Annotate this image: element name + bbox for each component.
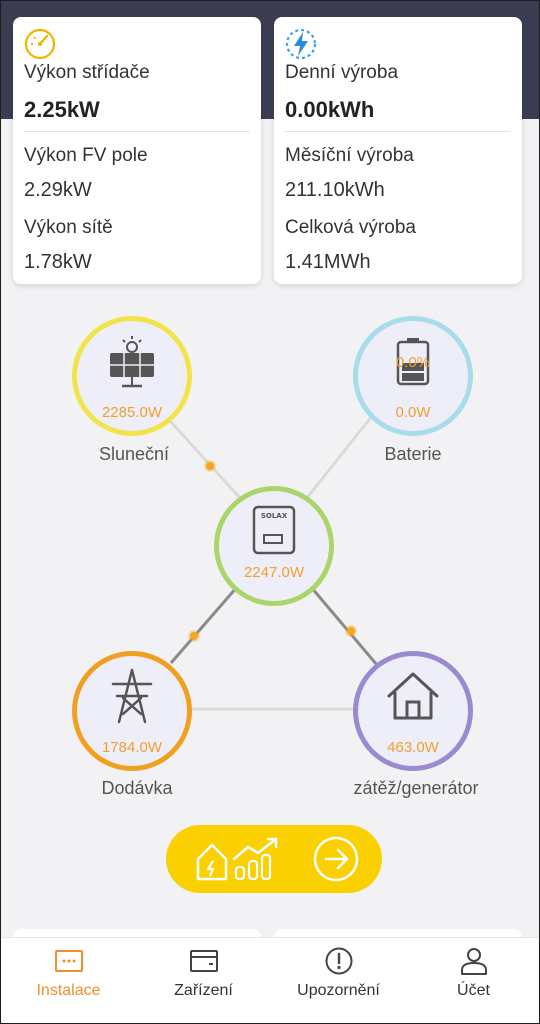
- solar-power: 2285.0W: [101, 404, 163, 421]
- inverter-load-line: [309, 586, 379, 666]
- grid-power: 1784.0W: [101, 739, 163, 756]
- inverter-brand: SOLAX: [261, 512, 288, 520]
- nav-installation-label: Instalace: [36, 982, 101, 999]
- inverter-icon: SOLAX: [252, 505, 296, 555]
- inverter-power-card[interactable]: Výkon střídače 2.25kW Výkon FV pole 2.29…: [13, 17, 261, 284]
- power-tower-icon: [111, 668, 153, 724]
- card-divider: [285, 131, 511, 132]
- account-icon: [460, 948, 487, 975]
- nav-alerts-label: Upozornění: [297, 982, 380, 999]
- load-node[interactable]: 463.0W: [353, 651, 473, 771]
- battery-power: 0.0W: [395, 404, 431, 421]
- flow-dot: [190, 632, 198, 640]
- battery-node[interactable]: 0.0% 0.0W: [353, 316, 473, 436]
- solar-node[interactable]: 2285.0W: [72, 316, 192, 436]
- energy-report-button[interactable]: [166, 825, 382, 893]
- grid-power-label: Výkon sítě: [24, 217, 113, 238]
- card-divider: [24, 131, 250, 132]
- home-growth-icon: [196, 837, 278, 881]
- solar-panel-icon: [110, 336, 154, 388]
- daily-yield-label: Denní výroba: [285, 62, 399, 83]
- energy-flow-diagram: 2285.0W Sluneční 0.0% 0.0W Baterie SOLAX…: [1, 301, 539, 821]
- flow-dot: [347, 627, 355, 635]
- monthly-yield-value: 211.10kWh: [285, 179, 385, 201]
- nav-installation[interactable]: Instalace: [1, 938, 136, 1023]
- app-screen: Výkon střídače 2.25kW Výkon FV pole 2.29…: [0, 0, 540, 1024]
- grid-power-value: 1.78kW: [24, 251, 92, 273]
- arrow-right-circle-icon: [313, 836, 359, 882]
- inverter-power-value: 2.25kW: [24, 97, 100, 122]
- nav-account[interactable]: Účet: [406, 938, 539, 1023]
- nav-devices-label: Zařízení: [174, 982, 233, 999]
- bottom-navigation: Instalace Zařízení Upozornění Účet: [1, 937, 539, 1023]
- grid-label: Dodávka: [101, 778, 173, 798]
- load-label: zátěž/generátor: [353, 778, 479, 798]
- nav-alerts[interactable]: Upozornění: [271, 938, 406, 1023]
- alert-icon: [325, 947, 352, 975]
- monthly-yield-label: Měsíční výroba: [285, 145, 414, 166]
- house-icon: [387, 672, 439, 720]
- grid-node[interactable]: 1784.0W: [72, 651, 192, 771]
- lightning-icon: [284, 27, 318, 61]
- nav-account-label: Účet: [457, 982, 490, 999]
- installation-icon: [54, 950, 83, 972]
- total-yield-label: Celková výroba: [285, 217, 416, 238]
- inverter-node[interactable]: SOLAX 2247.0W: [214, 486, 334, 606]
- total-yield-value: 1.41MWh: [285, 251, 371, 273]
- load-power: 463.0W: [387, 739, 439, 756]
- device-icon: [189, 950, 218, 972]
- inverter-power-label: Výkon střídače: [24, 62, 150, 83]
- speedometer-icon: [23, 27, 57, 61]
- pv-power-label: Výkon FV pole: [24, 145, 148, 166]
- daily-yield-value: 0.00kWh: [285, 97, 375, 122]
- battery-soc: 0.0%: [395, 354, 431, 371]
- inverter-grid-line: [169, 586, 239, 664]
- inverter-power: 2247.0W: [243, 564, 305, 581]
- yield-card[interactable]: Denní výroba 0.00kWh Měsíční výroba 211.…: [274, 17, 522, 284]
- battery-label: Baterie: [384, 444, 442, 464]
- solar-label: Sluneční: [98, 444, 170, 464]
- pv-power-value: 2.29kW: [24, 179, 92, 201]
- nav-devices[interactable]: Zařízení: [136, 938, 271, 1023]
